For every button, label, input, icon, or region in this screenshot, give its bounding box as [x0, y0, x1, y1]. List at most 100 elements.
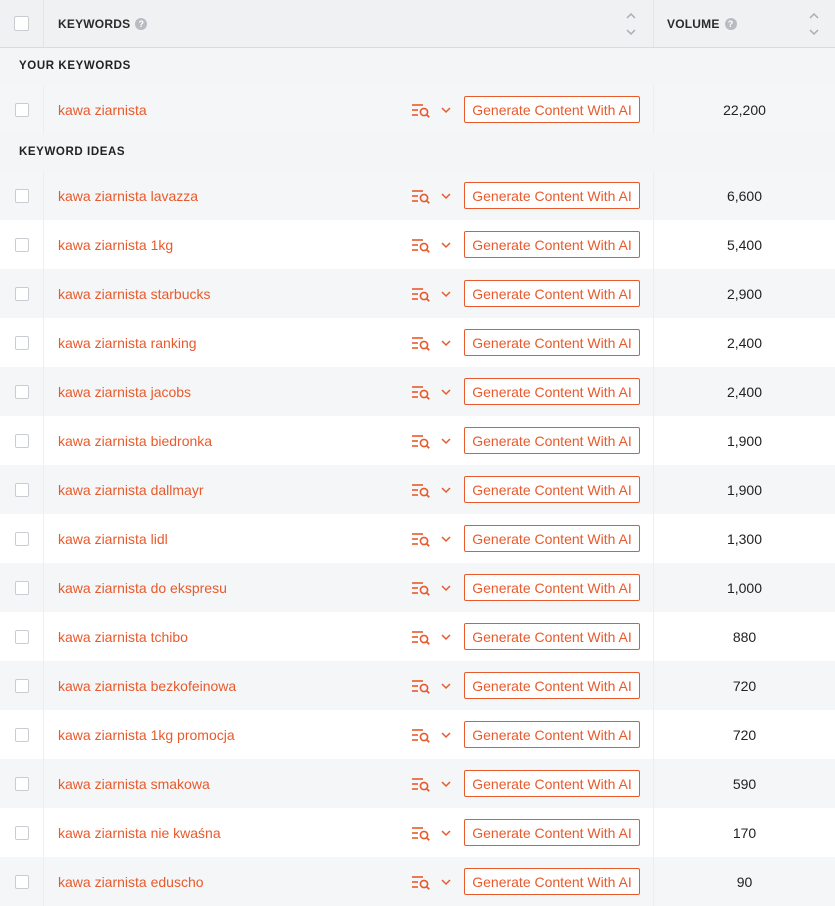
- keyword-cell: kawa ziarnista nie kwaśna Generate Conte…: [44, 808, 654, 857]
- serp-analysis-button[interactable]: [411, 482, 451, 498]
- serp-analysis-button[interactable]: [411, 727, 451, 743]
- row-checkbox[interactable]: [14, 286, 29, 301]
- volume-cell: 720: [654, 661, 835, 710]
- your-keywords-list: kawa ziarnista Generate Content With AI …: [0, 85, 835, 134]
- row-checkbox-cell: [0, 563, 44, 612]
- generate-content-button[interactable]: Generate Content With AI: [464, 525, 640, 552]
- generate-content-button[interactable]: Generate Content With AI: [464, 378, 640, 405]
- volume-value: 22,200: [723, 101, 766, 118]
- volume-value: 880: [732, 628, 757, 645]
- table-row: kawa ziarnista dallmayr Generate Content…: [0, 465, 835, 514]
- generate-content-button[interactable]: Generate Content With AI: [464, 574, 640, 601]
- select-all-checkbox[interactable]: [14, 16, 29, 31]
- sort-icon[interactable]: [626, 12, 636, 36]
- keyword-cell: kawa ziarnista jacobs Generate Content W…: [44, 367, 654, 416]
- generate-content-button[interactable]: Generate Content With AI: [464, 868, 640, 895]
- row-checkbox[interactable]: [14, 531, 29, 546]
- chevron-down-icon: [441, 106, 451, 113]
- generate-content-button[interactable]: Generate Content With AI: [464, 427, 640, 454]
- generate-content-button[interactable]: Generate Content With AI: [464, 672, 640, 699]
- generate-content-button[interactable]: Generate Content With AI: [464, 476, 640, 503]
- serp-analysis-button[interactable]: [411, 237, 451, 253]
- serp-analysis-button[interactable]: [411, 433, 451, 449]
- volume-value: 170: [732, 824, 757, 841]
- serp-analysis-button[interactable]: [411, 335, 451, 351]
- row-checkbox[interactable]: [14, 825, 29, 840]
- chevron-down-icon: [441, 486, 451, 493]
- generate-content-button[interactable]: Generate Content With AI: [464, 182, 640, 209]
- keyword-link[interactable]: kawa ziarnista eduscho: [58, 874, 411, 890]
- serp-analysis-button[interactable]: [411, 776, 451, 792]
- serp-search-icon: [412, 287, 430, 302]
- serp-search-icon: [412, 581, 430, 596]
- serp-analysis-button[interactable]: [411, 384, 451, 400]
- row-checkbox[interactable]: [14, 102, 29, 117]
- keyword-link[interactable]: kawa ziarnista: [58, 102, 411, 118]
- serp-analysis-button[interactable]: [411, 102, 451, 118]
- keyword-link[interactable]: kawa ziarnista jacobs: [58, 384, 411, 400]
- keyword-link[interactable]: kawa ziarnista lavazza: [58, 188, 411, 204]
- keyword-link[interactable]: kawa ziarnista 1kg promocja: [58, 727, 411, 743]
- row-checkbox[interactable]: [14, 433, 29, 448]
- row-checkbox-cell: [0, 85, 44, 134]
- generate-content-button[interactable]: Generate Content With AI: [464, 721, 640, 748]
- row-checkbox[interactable]: [14, 776, 29, 791]
- sort-icon[interactable]: [809, 12, 819, 36]
- generate-content-button[interactable]: Generate Content With AI: [464, 96, 640, 123]
- generate-content-button[interactable]: Generate Content With AI: [464, 623, 640, 650]
- chevron-down-icon: [441, 339, 451, 346]
- serp-analysis-button[interactable]: [411, 629, 451, 645]
- serp-analysis-button[interactable]: [411, 531, 451, 547]
- keyword-link[interactable]: kawa ziarnista do ekspresu: [58, 580, 411, 596]
- volume-column-header[interactable]: VOLUME ?: [654, 0, 835, 47]
- keyword-link[interactable]: kawa ziarnista tchibo: [58, 629, 411, 645]
- keyword-link[interactable]: kawa ziarnista ranking: [58, 335, 411, 351]
- row-checkbox[interactable]: [14, 629, 29, 644]
- generate-content-button[interactable]: Generate Content With AI: [464, 329, 640, 356]
- row-checkbox[interactable]: [14, 580, 29, 595]
- row-checkbox[interactable]: [14, 335, 29, 350]
- keyword-link[interactable]: kawa ziarnista starbucks: [58, 286, 411, 302]
- help-icon[interactable]: ?: [724, 17, 737, 30]
- table-row: kawa ziarnista biedronka Generate Conten…: [0, 416, 835, 465]
- keyword-link[interactable]: kawa ziarnista dallmayr: [58, 482, 411, 498]
- serp-analysis-button[interactable]: [411, 580, 451, 596]
- volume-cell: 170: [654, 808, 835, 857]
- volume-value: 5,400: [726, 236, 763, 253]
- row-checkbox[interactable]: [14, 188, 29, 203]
- generate-content-button[interactable]: Generate Content With AI: [464, 231, 640, 258]
- help-icon[interactable]: ?: [135, 17, 148, 30]
- serp-analysis-button[interactable]: [411, 874, 451, 890]
- row-checkbox[interactable]: [14, 482, 29, 497]
- volume-value: 2,900: [726, 285, 763, 302]
- volume-value: 1,300: [726, 530, 763, 547]
- row-checkbox[interactable]: [14, 237, 29, 252]
- row-checkbox[interactable]: [14, 678, 29, 693]
- serp-search-icon: [412, 483, 430, 498]
- keyword-link[interactable]: kawa ziarnista nie kwaśna: [58, 825, 411, 841]
- generate-content-button[interactable]: Generate Content With AI: [464, 280, 640, 307]
- serp-analysis-button[interactable]: [411, 188, 451, 204]
- serp-analysis-button[interactable]: [411, 286, 451, 302]
- row-checkbox[interactable]: [14, 874, 29, 889]
- generate-content-button[interactable]: Generate Content With AI: [464, 770, 640, 797]
- keyword-link[interactable]: kawa ziarnista bezkofeinowa: [58, 678, 411, 694]
- row-checkbox[interactable]: [14, 384, 29, 399]
- volume-value: 590: [732, 775, 757, 792]
- section-heading-your-keywords: YOUR KEYWORDS: [0, 48, 835, 85]
- keyword-link[interactable]: kawa ziarnista lidl: [58, 531, 411, 547]
- keyword-cell: kawa ziarnista bezkofeinowa Generate Con…: [44, 661, 654, 710]
- volume-cell: 2,900: [654, 269, 835, 318]
- serp-search-icon: [412, 532, 430, 547]
- row-checkbox-cell: [0, 514, 44, 563]
- row-checkbox[interactable]: [14, 727, 29, 742]
- keywords-column-header[interactable]: KEYWORDS ?: [44, 0, 654, 47]
- keyword-link[interactable]: kawa ziarnista 1kg: [58, 237, 411, 253]
- keyword-link[interactable]: kawa ziarnista biedronka: [58, 433, 411, 449]
- serp-analysis-button[interactable]: [411, 825, 451, 841]
- generate-content-button[interactable]: Generate Content With AI: [464, 819, 640, 846]
- serp-analysis-button[interactable]: [411, 678, 451, 694]
- table-row: kawa ziarnista Generate Content With AI …: [0, 85, 835, 134]
- keyword-link[interactable]: kawa ziarnista smakowa: [58, 776, 411, 792]
- serp-search-icon: [412, 679, 430, 694]
